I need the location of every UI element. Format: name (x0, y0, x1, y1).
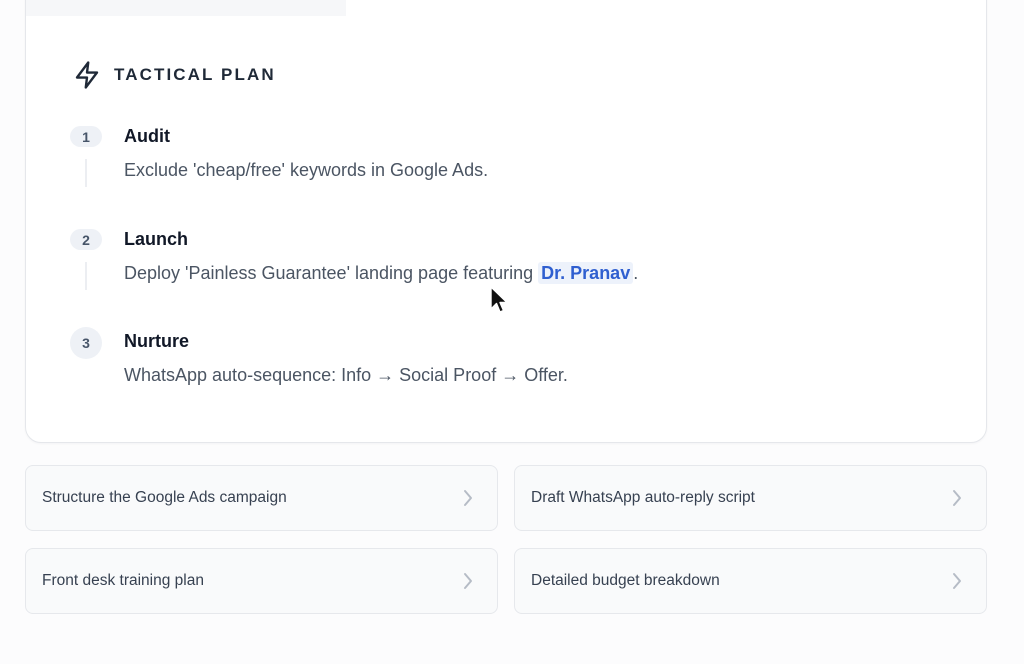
step-number-badge: 1 (70, 126, 102, 147)
suggestion-button[interactable]: Structure the Google Ads campaign (25, 465, 498, 531)
highlighted-name: Dr. Pranav (538, 262, 634, 284)
previous-section-edge (26, 0, 346, 16)
suggestion-button[interactable]: Detailed budget breakdown (514, 548, 987, 614)
step-title: Launch (124, 229, 189, 249)
step-title: Nurture (124, 331, 190, 351)
step-number-badge: 3 (70, 327, 102, 359)
chevron-right-icon (464, 490, 472, 506)
suggestion-label: Structure the Google Ads campaign (42, 489, 287, 506)
lightning-bolt-icon (75, 61, 99, 89)
step-description: Exclude 'cheap/free' keywords in Google … (124, 160, 489, 180)
mouse-pointer-icon (490, 286, 508, 313)
step-description: Deploy 'Painless Guarantee' landing page… (124, 262, 639, 284)
suggestion-label: Front desk training plan (42, 572, 204, 589)
suggestion-button[interactable]: Draft WhatsApp auto-reply script (514, 465, 987, 531)
suggestion-label: Detailed budget breakdown (531, 572, 720, 589)
step-description-text: Deploy 'Painless Guarantee' landing page… (124, 263, 539, 283)
suggestion-label: Draft WhatsApp auto-reply script (531, 489, 755, 506)
step-connector (85, 262, 87, 290)
step-connector (85, 159, 87, 187)
step-title: Audit (124, 126, 170, 146)
chevron-right-icon (953, 490, 961, 506)
step-description: WhatsApp auto-sequence: Info → Social Pr… (124, 365, 568, 385)
chevron-right-icon (953, 573, 961, 589)
suggestion-button[interactable]: Front desk training plan (25, 548, 498, 614)
tactical-plan-card: TACTICAL PLAN 1 Audit Exclude 'cheap/fre… (25, 0, 987, 443)
plan-header: TACTICAL PLAN (72, 60, 276, 90)
plan-title: TACTICAL PLAN (114, 65, 276, 84)
step-description-end: . (633, 263, 639, 283)
chevron-right-icon (464, 573, 472, 589)
step-number-badge: 2 (70, 229, 102, 250)
